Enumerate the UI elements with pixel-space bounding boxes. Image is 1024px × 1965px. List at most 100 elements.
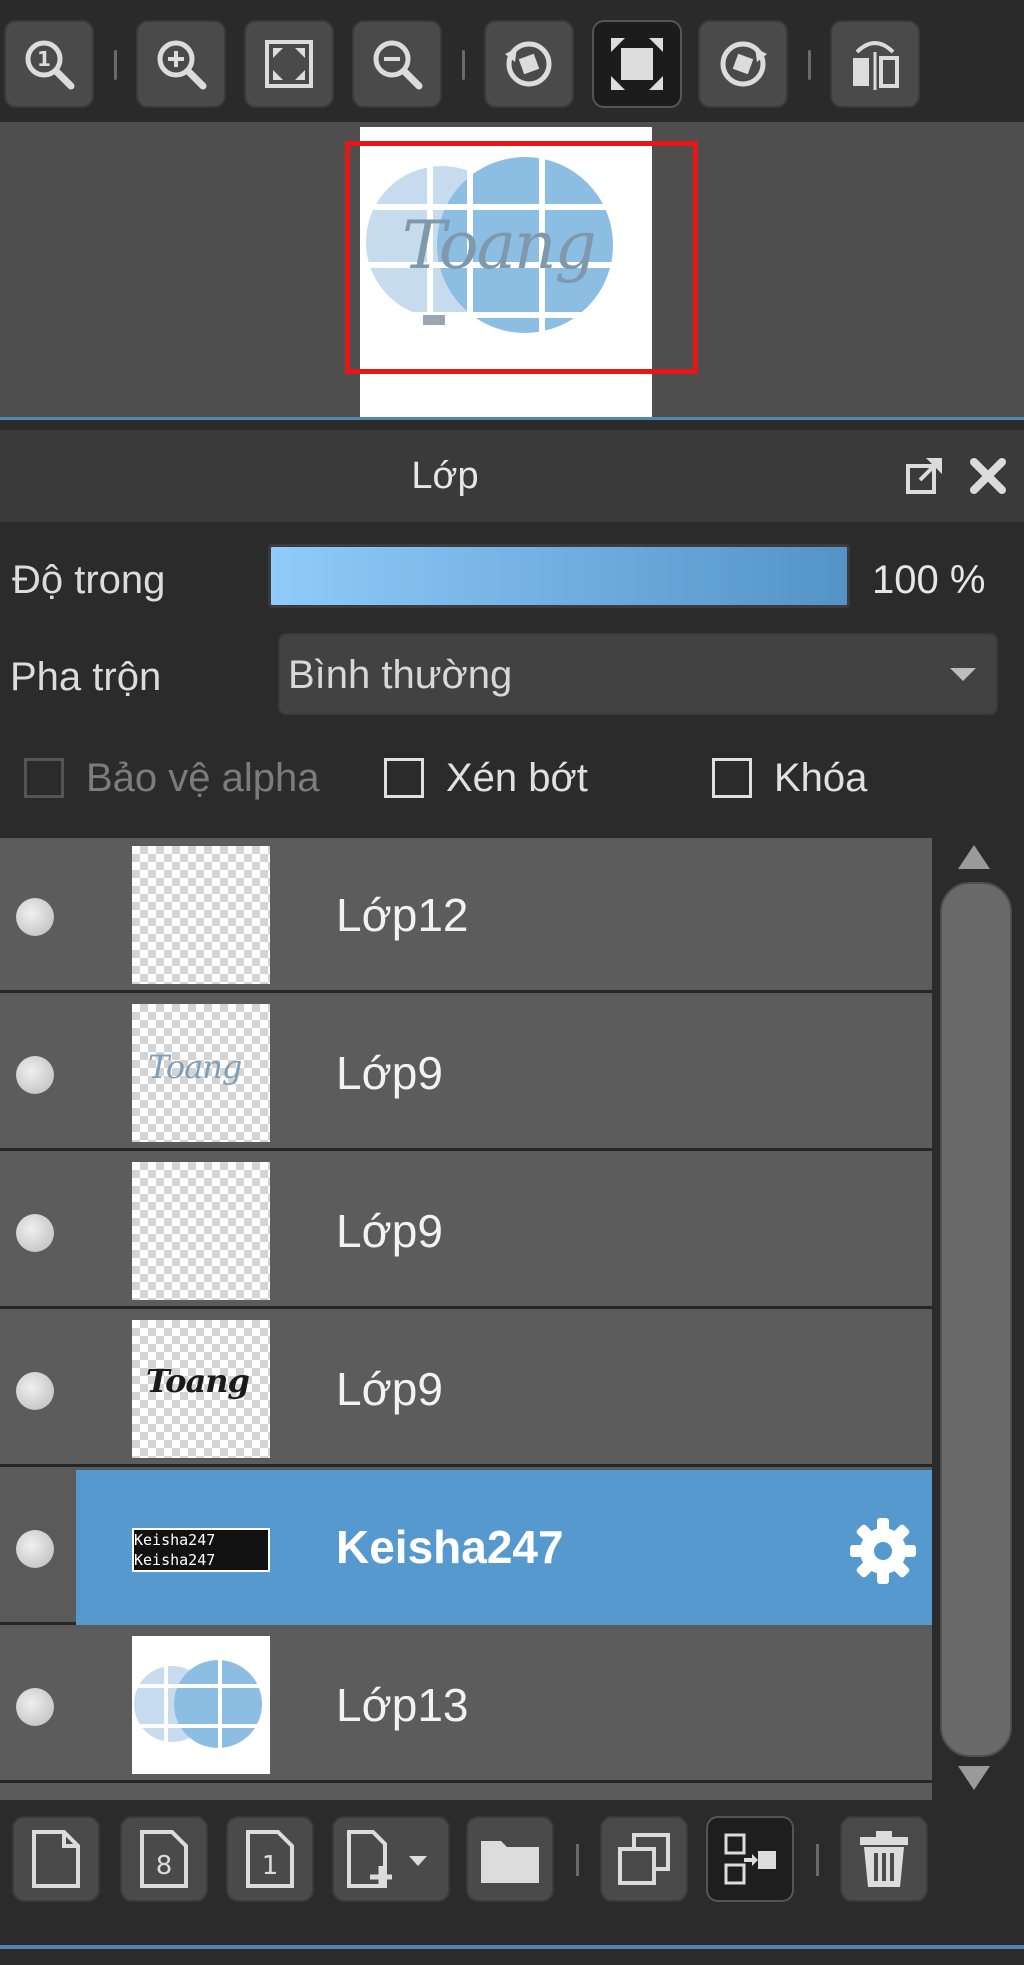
- merge-down-button[interactable]: [706, 1816, 794, 1902]
- watermark-line-1: Keisha247: [134, 1530, 268, 1550]
- close-panel-button[interactable]: [968, 456, 1008, 496]
- layer-thumbnail: Toang: [132, 1004, 270, 1142]
- scroll-up-arrow[interactable]: [958, 845, 990, 869]
- blend-mode-label: Pha trộn: [10, 655, 162, 699]
- scrollbar-thumb[interactable]: [940, 882, 1012, 1757]
- lock-checkbox[interactable]: [712, 758, 752, 798]
- clipping-label: Xén bớt: [446, 756, 588, 800]
- visibility-toggle[interactable]: [16, 1372, 54, 1410]
- clipping-checkbox[interactable]: [384, 758, 424, 798]
- layer-name: Lớp9: [336, 1047, 443, 1099]
- add-layer-dropdown-button[interactable]: [332, 1816, 450, 1902]
- layer-list: Lớp12 Toang Lớp9 Lớp9 Toang Lớp9 Keisha2…: [0, 838, 932, 1843]
- panel-header: Lớp: [0, 430, 1024, 522]
- panel-title: Lớp: [411, 455, 479, 497]
- add-layer-icon: [347, 1830, 427, 1888]
- toolbar-separator: [808, 50, 811, 80]
- navigator-toolbar: 1: [0, 0, 1024, 122]
- layer-row[interactable]: Lớp9: [0, 1154, 932, 1309]
- rotate-right-icon: [720, 41, 767, 87]
- opacity-label: Độ trong: [12, 558, 166, 602]
- gear-icon: [850, 1518, 916, 1584]
- panel-splitter[interactable]: [0, 417, 1024, 427]
- svg-text:1: 1: [37, 47, 51, 71]
- opacity-value: 100 %: [872, 558, 986, 602]
- trash-icon: [860, 1831, 908, 1887]
- visibility-toggle[interactable]: [16, 1214, 54, 1252]
- rotate-left-button[interactable]: [484, 20, 574, 108]
- popout-icon: [906, 458, 942, 494]
- flip-horizontal-button[interactable]: [830, 20, 920, 108]
- duplicate-layer-button[interactable]: [600, 1816, 688, 1902]
- fit-screen-button[interactable]: [592, 20, 682, 108]
- protect-alpha-checkbox[interactable]: [24, 758, 64, 798]
- layer-thumbnail: Keisha247 Keisha247: [132, 1478, 270, 1616]
- layer-row[interactable]: Toang Lớp9: [0, 996, 932, 1151]
- zoom-actual-size-button[interactable]: 1: [4, 20, 94, 108]
- svg-text:1: 1: [262, 1851, 279, 1881]
- layer-name: Lớp9: [336, 1205, 443, 1257]
- new-folder-button[interactable]: [466, 1816, 554, 1902]
- layer-row-selected[interactable]: Keisha247 Keisha247 Keisha247: [0, 1470, 932, 1625]
- merge-layers-icon: [724, 1833, 776, 1885]
- new-1bit-layer-icon: 1: [246, 1830, 294, 1888]
- layer-name: Keisha247: [336, 1521, 564, 1573]
- thumbnail-circles-image: [134, 1654, 266, 1756]
- navigator-preview[interactable]: Toang: [0, 122, 1024, 417]
- fit-screen-icon: [611, 38, 663, 90]
- lock-label: Khóa: [774, 756, 868, 800]
- zoom-actual-size-icon: 1: [25, 40, 75, 90]
- opacity-slider[interactable]: [268, 544, 850, 608]
- new-color-layer-button[interactable]: [12, 1816, 100, 1902]
- new-1bit-layer-button[interactable]: 1: [226, 1816, 314, 1902]
- close-icon: [970, 458, 1006, 494]
- fit-to-window-icon: [265, 40, 313, 88]
- folder-icon: [481, 1841, 539, 1883]
- layer-settings-button[interactable]: [848, 1516, 918, 1586]
- toolbar-separator: [816, 1844, 819, 1876]
- rotate-left-icon: [505, 41, 552, 87]
- new-page-icon: [32, 1830, 80, 1888]
- popout-button[interactable]: [904, 456, 944, 496]
- duplicate-icon: [618, 1833, 670, 1885]
- visibility-toggle[interactable]: [16, 1530, 54, 1568]
- thumbnail-text: Toang: [148, 1048, 242, 1086]
- layer-thumbnail: [132, 846, 270, 984]
- layer-row[interactable]: Lớp13: [0, 1628, 932, 1783]
- zoom-out-button[interactable]: [352, 20, 442, 108]
- svg-text:8: 8: [156, 1851, 173, 1881]
- delete-layer-button[interactable]: [840, 1816, 928, 1902]
- zoom-out-icon: [373, 40, 423, 90]
- visibility-toggle[interactable]: [16, 1688, 54, 1726]
- layer-row[interactable]: Toang Lớp9: [0, 1312, 932, 1467]
- panel-bottom-border: [0, 1945, 1024, 1949]
- layer-thumbnail: [132, 1636, 270, 1774]
- toolbar-separator: [576, 1844, 579, 1876]
- new-8bit-layer-button[interactable]: 8: [120, 1816, 208, 1902]
- layer-name: Lớp12: [336, 889, 469, 941]
- watermark-line-2: Keisha247: [134, 1550, 268, 1570]
- layers-panel: Lớp Độ trong 100 % Pha trộn Bình thường …: [0, 430, 1024, 1965]
- layer-actions-toolbar: 8 1: [0, 1800, 1024, 1920]
- protect-alpha-label: Bảo vệ alpha: [86, 756, 320, 800]
- layer-thumbnail: [132, 1162, 270, 1300]
- toolbar-separator: [462, 50, 465, 80]
- toolbar-separator: [114, 50, 117, 80]
- thumbnail-text: Toang: [146, 1362, 250, 1400]
- flip-horizontal-icon: [853, 41, 899, 90]
- scroll-down-arrow[interactable]: [958, 1766, 990, 1790]
- zoom-in-icon: [157, 40, 207, 90]
- blend-mode-value: Bình thường: [288, 653, 513, 697]
- rotate-right-button[interactable]: [698, 20, 788, 108]
- visibility-toggle[interactable]: [16, 898, 54, 936]
- zoom-in-button[interactable]: [136, 20, 226, 108]
- layer-name: Lớp13: [336, 1679, 469, 1731]
- opacity-slider-fill: [271, 547, 847, 605]
- viewport-frame[interactable]: [345, 141, 698, 374]
- chevron-down-icon: [950, 668, 976, 681]
- visibility-toggle[interactable]: [16, 1056, 54, 1094]
- blend-mode-dropdown[interactable]: Bình thường: [278, 633, 998, 715]
- layer-row[interactable]: Lớp12: [0, 838, 932, 993]
- fit-to-window-button[interactable]: [244, 20, 334, 108]
- new-8bit-layer-icon: 8: [140, 1830, 188, 1888]
